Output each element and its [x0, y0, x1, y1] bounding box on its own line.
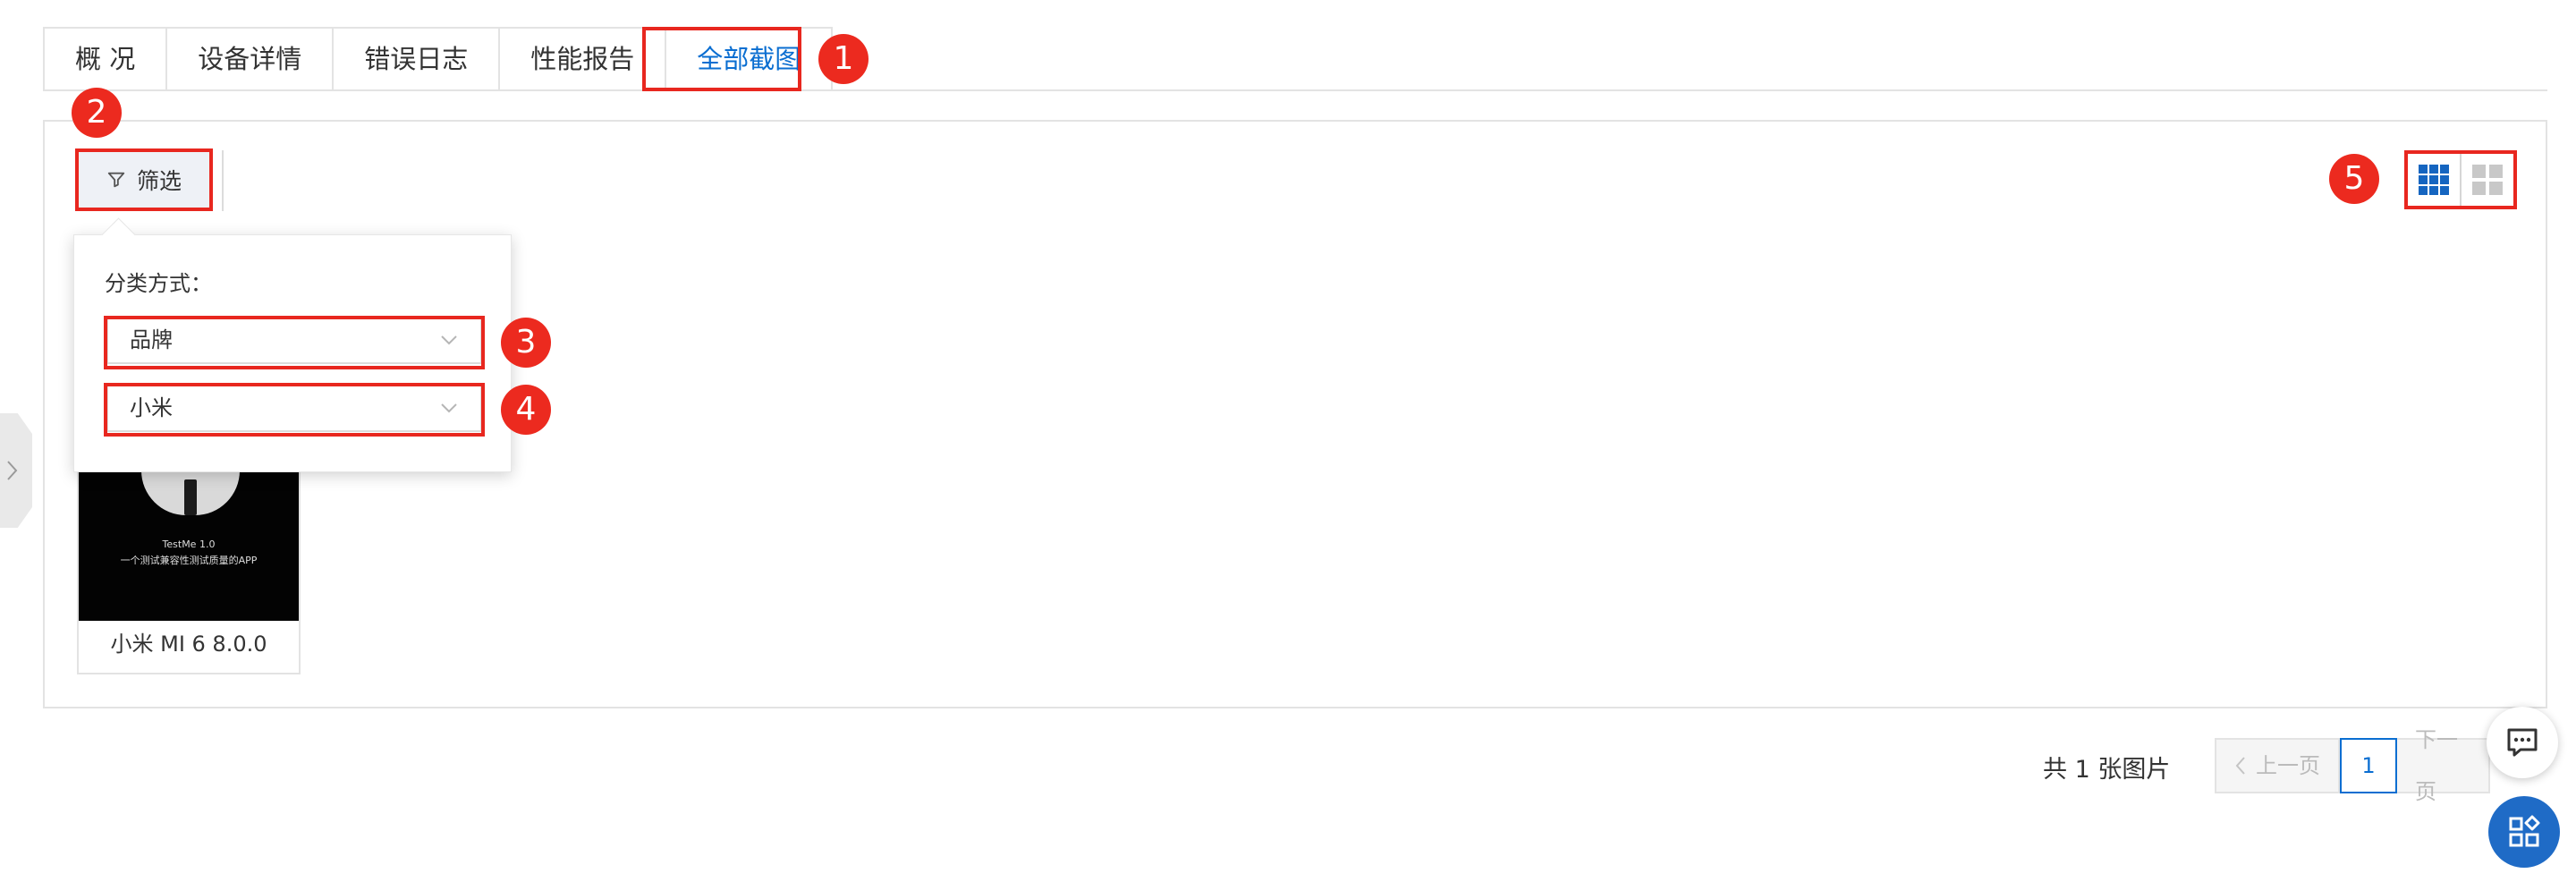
thumbnail-app-name: TestMe 1.0 — [162, 539, 216, 550]
total-count: 共 1 张图片 — [2043, 756, 2171, 784]
prev-page-label: 上一页 — [2256, 753, 2320, 778]
chat-icon — [2507, 728, 2538, 757]
apps-icon — [2509, 815, 2540, 847]
tab-divider — [43, 89, 2547, 91]
thumbnail-figure — [141, 471, 240, 515]
annotation-frame-3 — [104, 316, 485, 369]
apps-button[interactable] — [2488, 796, 2560, 868]
annotation-badge-3: 3 — [501, 318, 551, 368]
tab-performance-report[interactable]: 性能报告 — [498, 27, 665, 91]
screenshot-card[interactable]: TestMe 1.0 一个测试兼容性测试质量的APP 小米 MI 6 8.0.0 — [77, 469, 301, 674]
page-number-1[interactable]: 1 — [2340, 738, 2397, 793]
annotation-frame-5 — [2404, 150, 2517, 209]
screenshot-caption: 小米 MI 6 8.0.0 — [110, 632, 267, 657]
next-page-label: 下一页 — [2415, 727, 2458, 804]
annotation-badge-4: 4 — [501, 385, 551, 435]
thumbnail-app-desc: 一个测试兼容性测试质量的APP — [120, 555, 258, 566]
annotation-frame-4 — [104, 383, 485, 437]
tab-overview[interactable]: 概 况 — [43, 27, 166, 91]
annotation-badge-5: 5 — [2329, 154, 2379, 204]
annotation-frame-1 — [642, 27, 801, 91]
toolbar-divider — [222, 150, 224, 211]
tab-device-details[interactable]: 设备详情 — [165, 27, 333, 91]
sidebar-expand-handle[interactable] — [0, 413, 32, 528]
next-page-button[interactable]: 下一页 — [2397, 727, 2490, 804]
chevron-left-icon — [2235, 757, 2245, 775]
annotation-badge-1: 1 — [818, 34, 869, 84]
popover-title: 分类方式： — [105, 271, 212, 296]
annotation-frame-2 — [75, 148, 213, 211]
chevron-right-icon — [7, 461, 18, 480]
pagination: 上一页 1 下一页 — [2215, 727, 2490, 804]
tab-error-log[interactable]: 错误日志 — [332, 27, 499, 91]
annotation-badge-2: 2 — [72, 88, 122, 138]
chat-button[interactable] — [2487, 707, 2558, 778]
screenshot-thumbnail[interactable]: TestMe 1.0 一个测试兼容性测试质量的APP — [79, 471, 299, 621]
prev-page-button[interactable]: 上一页 — [2215, 738, 2340, 793]
